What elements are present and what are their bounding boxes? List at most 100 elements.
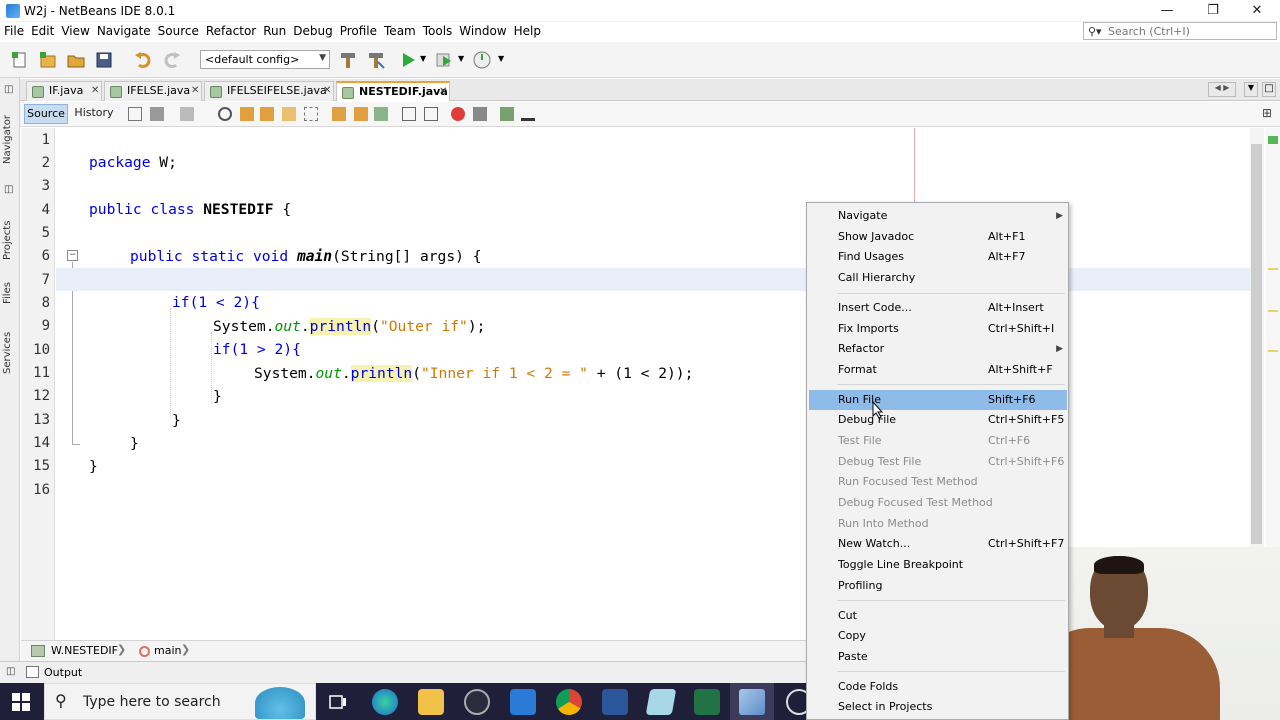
menu-item-format[interactable]: Format Alt+Shift+F (809, 360, 1067, 380)
new-file-icon[interactable] (10, 50, 30, 70)
menu-tools[interactable]: Tools (419, 22, 456, 38)
menu-view[interactable]: View (57, 22, 92, 38)
show-open-documents-icon[interactable]: ▼ (1244, 82, 1258, 97)
redo-icon[interactable] (162, 50, 182, 70)
run-project-icon[interactable] (398, 50, 418, 70)
close-tab-icon[interactable]: ✕ (91, 85, 99, 96)
next-bookmark-icon[interactable] (354, 107, 368, 121)
error-stripe-mark[interactable] (1268, 310, 1278, 312)
toggle-rect-selection-icon[interactable] (304, 107, 318, 121)
navigator-tab[interactable]: Navigator (2, 104, 18, 164)
new-project-icon[interactable] (38, 50, 58, 70)
menu-run[interactable]: Run (259, 22, 289, 38)
menu-file[interactable]: File (0, 22, 27, 38)
menu-window[interactable]: Window (455, 22, 509, 38)
menu-edit[interactable]: Edit (27, 22, 57, 38)
menu-item-fix-imports[interactable]: Fix Imports Ctrl+Shift+I (809, 319, 1067, 339)
file-explorer-icon[interactable] (418, 689, 444, 715)
menu-item-debug-test-file[interactable]: Debug Test File Ctrl+Shift+F6 (809, 452, 1067, 472)
word-icon[interactable] (602, 689, 628, 715)
menu-help[interactable]: Help (510, 22, 544, 38)
toggle-highlight-icon[interactable] (282, 107, 296, 121)
history-view-button[interactable]: History (72, 104, 116, 124)
close-tab-icon[interactable]: ✕ (323, 85, 331, 96)
menu-item-run-into-method[interactable]: Run Into Method (809, 514, 1067, 534)
search-input[interactable] (1108, 24, 1273, 38)
minimize-group-icon[interactable]: ◫ (4, 184, 13, 195)
menu-item-select-in-projects[interactable]: Select in Projects (809, 697, 1067, 717)
close-window-button[interactable]: ✕ (1234, 2, 1280, 20)
menu-item-show-javadoc[interactable]: Show Javadoc Alt+F1 (809, 227, 1067, 247)
menu-team[interactable]: Team (380, 22, 419, 38)
menu-item-paste[interactable]: Paste (809, 647, 1067, 667)
forward-icon[interactable] (180, 107, 194, 121)
chrome-browser-icon[interactable] (556, 689, 582, 715)
debug-dropdown-icon[interactable]: ▼ (458, 54, 464, 63)
open-project-icon[interactable] (66, 50, 86, 70)
menu-item-cut[interactable]: Cut (809, 606, 1067, 626)
tab-if-java[interactable]: IF.java ✕ (26, 81, 102, 101)
notepad-icon[interactable] (645, 689, 677, 715)
output-tab[interactable]: Output (44, 666, 82, 679)
menu-item-new-watch[interactable]: New Watch... Ctrl+Shift+F7 (809, 534, 1067, 554)
menu-source[interactable]: Source (154, 22, 202, 38)
excel-icon[interactable] (694, 689, 720, 715)
comment-icon[interactable] (500, 107, 514, 121)
scroll-tabs-icon[interactable]: ◀ ▶ (1208, 82, 1236, 97)
menu-refactor[interactable]: Refactor (202, 22, 259, 38)
menu-item-debug-file[interactable]: Debug File Ctrl+Shift+F5 (809, 410, 1067, 430)
menu-item-run-focused-test[interactable]: Run Focused Test Method (809, 472, 1067, 492)
back-icon[interactable] (150, 107, 164, 121)
profile-dropdown-icon[interactable]: ▼ (498, 54, 504, 63)
find-selection-icon[interactable] (218, 107, 232, 121)
breadcrumb-method[interactable]: main (154, 644, 181, 657)
split-editor-icon[interactable]: ⊞ (1262, 106, 1272, 120)
previous-bookmark-icon[interactable] (332, 107, 346, 121)
menu-item-run-file[interactable]: Run File Shift+F6 (809, 390, 1067, 410)
undo-icon[interactable] (133, 50, 153, 70)
source-view-button[interactable]: Source (24, 104, 68, 124)
ide-search-box[interactable]: ⚲▾ (1083, 22, 1277, 40)
menu-item-find-usages[interactable]: Find Usages Alt+F7 (809, 247, 1067, 267)
edge-browser-icon[interactable] (372, 689, 398, 715)
minimize-group-icon[interactable]: ◫ (4, 84, 13, 95)
taskbar-search[interactable]: ⚲ Type here to search (44, 683, 316, 720)
menu-item-call-hierarchy[interactable]: Call Hierarchy (809, 268, 1067, 288)
menu-debug[interactable]: Debug (289, 22, 335, 38)
fold-collapse-icon[interactable]: − (67, 250, 78, 261)
menu-item-code-folds[interactable]: Code Folds (809, 677, 1067, 697)
mail-icon[interactable] (510, 689, 536, 715)
find-previous-icon[interactable] (240, 107, 254, 121)
menu-item-profiling[interactable]: Profiling (809, 576, 1067, 596)
netbeans-taskbar-slot[interactable] (730, 683, 774, 720)
close-tab-icon[interactable]: ✕ (439, 86, 447, 97)
files-tab[interactable]: Files (2, 268, 18, 304)
menu-item-toggle-breakpoint[interactable]: Toggle Line Breakpoint (809, 555, 1067, 575)
menu-profile[interactable]: Profile (336, 22, 380, 38)
scrollbar-thumb[interactable] (1251, 144, 1262, 544)
shift-right-icon[interactable] (424, 107, 438, 121)
menu-item-insert-code[interactable]: Insert Code... Alt+Insert (809, 298, 1067, 318)
clean-build-icon[interactable] (366, 50, 386, 70)
error-stripe-mark[interactable] (1268, 268, 1278, 270)
services-tab[interactable]: Services (2, 318, 18, 374)
stop-macro-recording-icon[interactable] (473, 107, 487, 121)
tab-nestedif-java[interactable]: NESTEDIF.java ✕ (336, 81, 450, 101)
close-tab-icon[interactable]: ✕ (191, 85, 199, 96)
build-hammer-icon[interactable] (338, 50, 358, 70)
uncomment-icon[interactable] (521, 107, 535, 121)
menu-item-navigate[interactable]: Navigate ▶ (809, 206, 1067, 226)
save-all-icon[interactable] (94, 50, 114, 70)
task-view-icon[interactable] (325, 689, 351, 715)
restore-button[interactable]: ❐ (1190, 2, 1236, 20)
menu-item-test-file[interactable]: Test File Ctrl+F6 (809, 431, 1067, 451)
breadcrumb-class[interactable]: W.NESTEDIF (51, 644, 118, 657)
find-next-icon[interactable] (260, 107, 274, 121)
error-stripe-mark[interactable] (1268, 350, 1278, 352)
config-select[interactable]: <default config> ▼ (200, 50, 330, 69)
run-dropdown-icon[interactable]: ▼ (420, 54, 426, 63)
menu-navigate[interactable]: Navigate (93, 22, 154, 38)
menu-item-copy[interactable]: Copy (809, 626, 1067, 646)
menu-item-debug-focused-test[interactable]: Debug Focused Test Method (809, 493, 1067, 513)
toggle-bookmark-icon[interactable] (374, 107, 388, 121)
